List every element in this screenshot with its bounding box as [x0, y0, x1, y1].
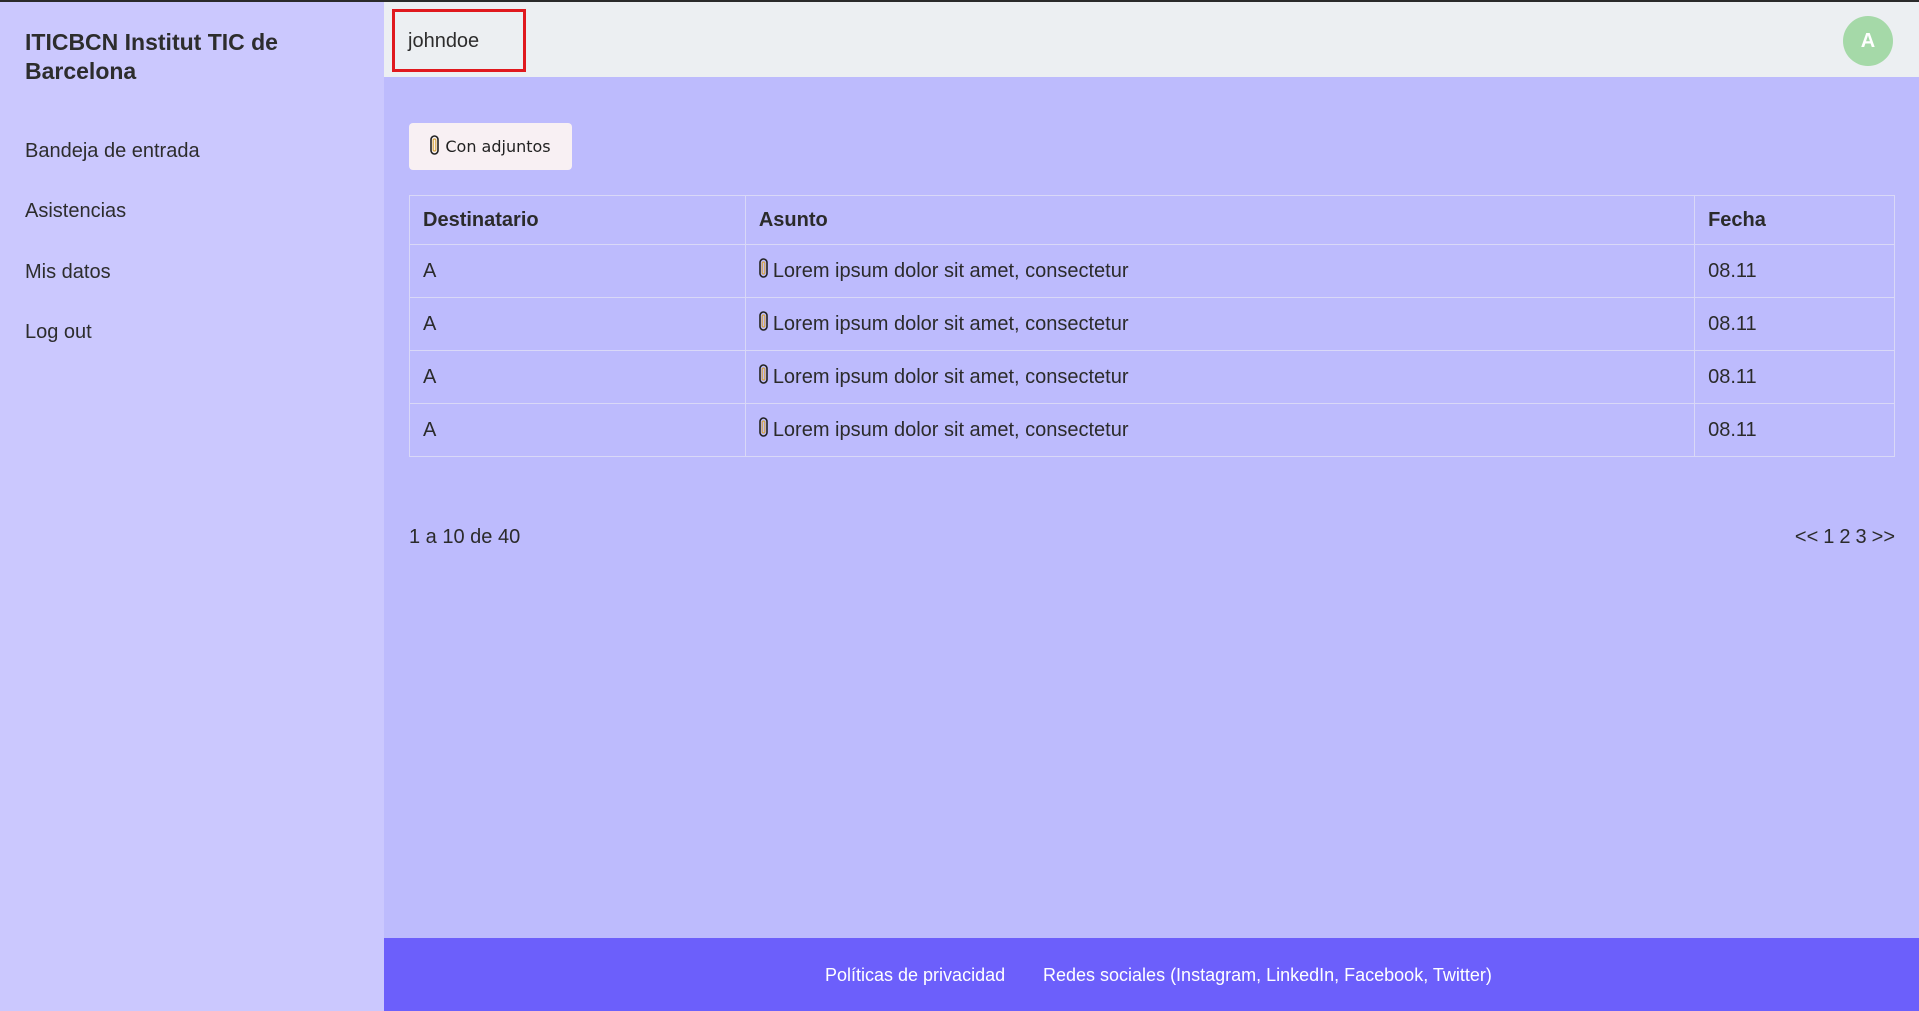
paperclip-icon: [759, 364, 768, 390]
sidebar-item-attendance[interactable]: Asistencias: [25, 200, 126, 223]
sidebar: ITICBCN Institut TIC de Barcelona Bandej…: [0, 2, 384, 1011]
subject-cell: Lorem ipsum dolor sit amet, consectetur: [744, 350, 1696, 404]
recipient-cell: A: [409, 403, 746, 457]
table-row[interactable]: A Lorem ipsum dolor sit amet, consectetu…: [409, 297, 1895, 351]
pagination: << 1 2 3 >>: [1795, 526, 1895, 549]
subject-cell: Lorem ipsum dolor sit amet, consectetur: [744, 244, 1696, 298]
table-row[interactable]: A Lorem ipsum dolor sit amet, consectetu…: [409, 350, 1895, 404]
table-row[interactable]: A Lorem ipsum dolor sit amet, consectetu…: [409, 403, 1895, 457]
pagination-page-2[interactable]: 2: [1839, 526, 1850, 549]
mail-table: Destinatario Asunto Fecha A Lorem ipsum …: [409, 195, 1895, 457]
subject-cell: Lorem ipsum dolor sit amet, consectetur: [744, 403, 1696, 457]
column-header-date[interactable]: Fecha: [1694, 195, 1895, 245]
topbar: johndoe A: [384, 2, 1919, 77]
sidebar-item-inbox[interactable]: Bandeja de entrada: [25, 140, 200, 163]
paperclip-icon: [430, 134, 440, 159]
username-label[interactable]: johndoe: [408, 30, 479, 53]
pagination-prev[interactable]: <<: [1795, 526, 1818, 549]
subject-text: Lorem ipsum dolor sit amet, consectetur: [772, 312, 1129, 335]
privacy-policy-link[interactable]: Políticas de privacidad: [825, 965, 1005, 986]
table-row[interactable]: A Lorem ipsum dolor sit amet, consectetu…: [409, 244, 1895, 298]
recipient-cell: A: [409, 244, 746, 298]
subject-text: Lorem ipsum dolor sit amet, consectetur: [772, 259, 1129, 282]
pagination-range: 1 a 10 de 40: [409, 526, 521, 548]
attachments-filter-label: Con adjuntos: [445, 137, 551, 156]
sidebar-item-logout[interactable]: Log out: [25, 321, 92, 344]
table-header-row: Destinatario Asunto Fecha: [409, 195, 1895, 245]
paperclip-icon: [759, 417, 768, 443]
date-cell: 08.11: [1694, 403, 1895, 457]
social-networks-link[interactable]: Redes sociales (Instagram, LinkedIn, Fac…: [1043, 965, 1492, 986]
paperclip-icon: [759, 258, 768, 284]
paperclip-icon: [759, 311, 768, 337]
footer: Políticas de privacidad Redes sociales (…: [384, 938, 1919, 1011]
date-cell: 08.11: [1694, 244, 1895, 298]
attachments-filter-button[interactable]: Con adjuntos: [409, 123, 572, 170]
date-cell: 08.11: [1694, 350, 1895, 404]
column-header-recipient[interactable]: Destinatario: [409, 195, 746, 245]
pagination-next[interactable]: >>: [1872, 526, 1895, 549]
brand-title: ITICBCN Institut TIC de Barcelona: [25, 29, 278, 84]
pagination-page-1[interactable]: 1: [1823, 526, 1834, 549]
date-cell: 08.11: [1694, 297, 1895, 351]
recipient-cell: A: [409, 297, 746, 351]
column-header-subject[interactable]: Asunto: [744, 195, 1696, 245]
pagination-page-3[interactable]: 3: [1856, 526, 1867, 549]
recipient-cell: A: [409, 350, 746, 404]
subject-text: Lorem ipsum dolor sit amet, consectetur: [772, 418, 1129, 441]
sidebar-item-my-data[interactable]: Mis datos: [25, 261, 111, 284]
subject-text: Lorem ipsum dolor sit amet, consectetur: [772, 365, 1129, 388]
avatar[interactable]: A: [1843, 16, 1893, 66]
subject-cell: Lorem ipsum dolor sit amet, consectetur: [744, 297, 1696, 351]
